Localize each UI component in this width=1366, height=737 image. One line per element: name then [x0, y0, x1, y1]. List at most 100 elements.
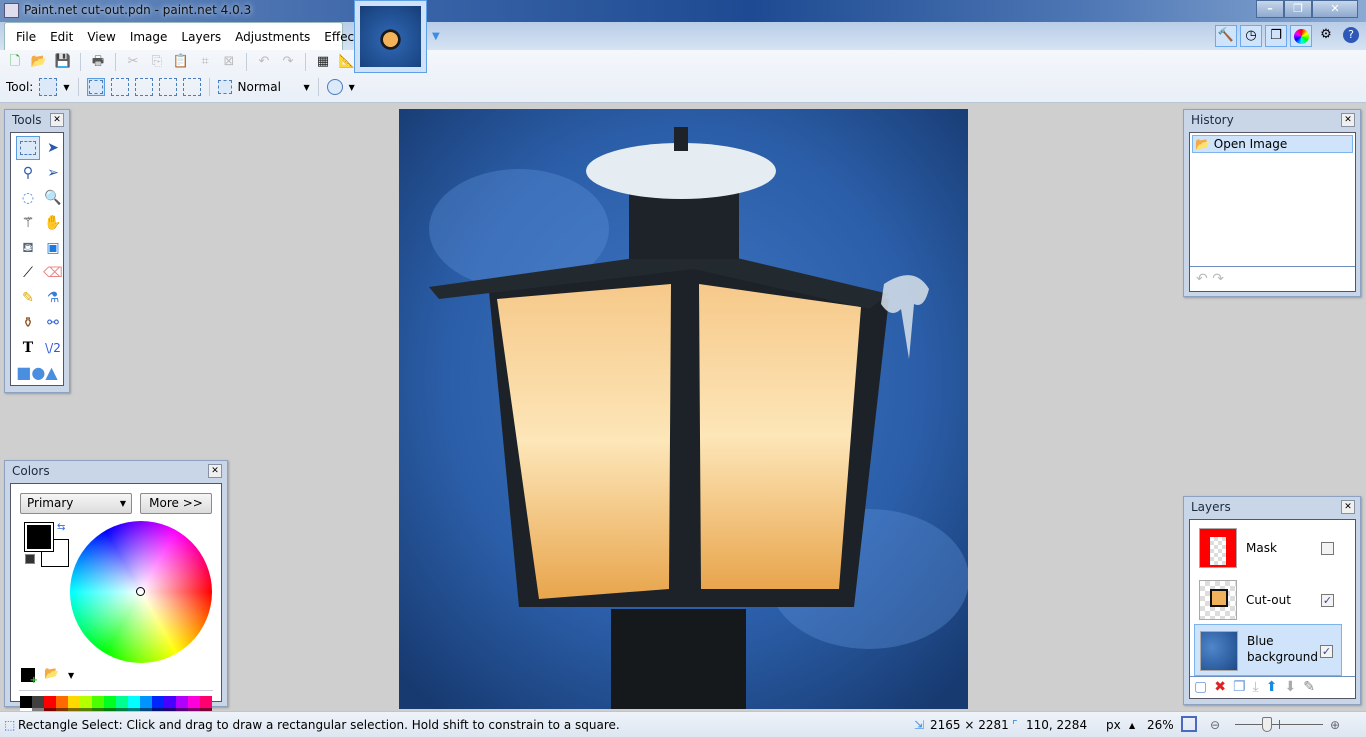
redo-icon[interactable]: ↷ — [279, 53, 297, 71]
grid-icon[interactable]: ▦ — [314, 53, 332, 71]
swap-colors-icon[interactable]: ⇆ — [57, 522, 65, 533]
palette-swatch[interactable] — [80, 696, 92, 708]
tool-dropdown-icon[interactable]: ▼ — [63, 83, 69, 92]
canvas-image[interactable] — [399, 109, 968, 709]
add-to-palette-icon[interactable]: + — [21, 668, 38, 686]
layers-icon[interactable]: ❐ — [1265, 25, 1287, 47]
undo-icon[interactable]: ↶ — [255, 53, 273, 71]
tools-icon[interactable]: 🔨 — [1215, 25, 1237, 47]
layer-item-cut-out[interactable]: Cut-out ✓ — [1194, 574, 1342, 626]
palette-swatch[interactable] — [20, 696, 32, 708]
palette-swatch[interactable] — [44, 696, 56, 708]
move-selection-icon[interactable]: ➢ — [41, 161, 65, 185]
pencil-icon[interactable]: ✎ — [16, 286, 40, 310]
layer-visibility-checkbox[interactable]: ✓ — [1321, 594, 1334, 607]
tab-list-icon[interactable]: ▼ — [432, 31, 440, 42]
palette-swatch[interactable] — [92, 696, 104, 708]
close-icon[interactable]: ✕ — [1341, 113, 1355, 127]
palette-swatch[interactable] — [188, 696, 200, 708]
zoom-slider[interactable] — [1235, 717, 1323, 732]
menu-file[interactable]: File — [9, 30, 43, 44]
rectangle-select-icon[interactable] — [16, 136, 40, 160]
close-icon[interactable]: ✕ — [50, 113, 64, 127]
gradient-icon[interactable]: ▣ — [41, 236, 65, 260]
ellipse-select-icon[interactable]: ◌ — [16, 186, 40, 210]
palette-swatch[interactable] — [32, 696, 44, 708]
palette-swatch[interactable] — [56, 696, 68, 708]
delete-layer-icon[interactable]: ✖ — [1214, 679, 1226, 695]
zoom-value[interactable]: 26% — [1147, 718, 1174, 732]
move-layer-up-icon[interactable]: ⬆ — [1266, 679, 1278, 695]
history-icon[interactable]: ◷ — [1240, 25, 1262, 47]
shapes-icon[interactable]: ■●▲ — [11, 363, 63, 382]
minimize-button[interactable]: – — [1256, 0, 1284, 18]
restore-button[interactable]: ❐ — [1284, 0, 1312, 18]
deselect-icon[interactable]: ⊠ — [220, 53, 238, 71]
selection-mode-union[interactable] — [110, 78, 129, 96]
save-icon[interactable]: 💾 — [54, 53, 72, 71]
open-icon[interactable]: 📂 — [30, 53, 48, 71]
undo-icon[interactable]: ↶ — [1196, 271, 1208, 287]
more-colors-button[interactable]: More >> — [140, 493, 212, 514]
primary-color-swatch[interactable] — [24, 522, 54, 552]
palette-swatch[interactable] — [128, 696, 140, 708]
move-layer-down-icon[interactable]: ⬇ — [1284, 679, 1296, 695]
close-button[interactable]: ✕ — [1312, 0, 1358, 18]
pan-icon[interactable]: ✋ — [41, 211, 65, 235]
layer-item-mask[interactable]: Mask — [1194, 522, 1342, 574]
menu-layers[interactable]: Layers — [174, 30, 228, 44]
menu-image[interactable]: Image — [123, 30, 175, 44]
palette-swatch[interactable] — [104, 696, 116, 708]
palette-swatch[interactable] — [140, 696, 152, 708]
colors-icon[interactable] — [1290, 25, 1312, 47]
copy-icon[interactable]: ⎘ — [148, 53, 166, 71]
current-tool-icon[interactable] — [39, 78, 58, 96]
lasso-select-icon[interactable]: ⚲ — [16, 161, 40, 185]
zoom-to-window-icon[interactable] — [1181, 716, 1197, 732]
image-tab-thumbnail[interactable] — [354, 0, 427, 73]
paintbrush-icon[interactable]: ⟋ — [16, 261, 40, 285]
add-layer-icon[interactable]: ▢ — [1194, 679, 1207, 695]
selection-mode-exclude[interactable] — [134, 78, 153, 96]
close-icon[interactable]: ✕ — [1341, 500, 1355, 514]
units-dropdown-icon[interactable]: ▲ — [1129, 721, 1135, 730]
layer-visibility-checkbox[interactable] — [1321, 542, 1334, 555]
palette-dropdown-icon[interactable]: ▼ — [68, 671, 74, 680]
menu-view[interactable]: View — [80, 30, 122, 44]
text-icon[interactable]: T — [16, 336, 40, 360]
paint-bucket-icon[interactable]: ⛾ — [16, 236, 40, 260]
palette-swatch[interactable] — [200, 696, 212, 708]
recolor-icon[interactable]: ⚯ — [41, 311, 65, 335]
palette-swatch[interactable] — [164, 696, 176, 708]
palette-menu-icon[interactable]: 📂 — [44, 666, 59, 680]
paste-icon[interactable]: 📋 — [172, 53, 190, 71]
antialias-dropdown-icon[interactable]: ▼ — [349, 83, 355, 92]
reset-colors-icon[interactable] — [25, 554, 35, 564]
menu-edit[interactable]: Edit — [43, 30, 80, 44]
blend-mode-select[interactable]: Normal — [238, 80, 298, 94]
color-picker-icon[interactable]: ⚗ — [41, 286, 65, 310]
duplicate-layer-icon[interactable]: ❐ — [1233, 679, 1246, 695]
settings-icon[interactable]: ⚙ — [1315, 25, 1337, 47]
move-selected-icon[interactable]: ➤ — [41, 136, 65, 160]
palette-swatch[interactable] — [68, 696, 80, 708]
history-item[interactable]: 📂 Open Image — [1192, 135, 1353, 153]
selection-mode-intersect[interactable] — [158, 78, 177, 96]
zoom-icon[interactable]: 🔍 — [41, 186, 65, 210]
selection-mode-replace[interactable] — [86, 78, 105, 96]
color-wheel[interactable] — [70, 521, 212, 663]
zoom-in-icon[interactable]: ⊕ — [1330, 718, 1340, 732]
palette-swatch[interactable] — [116, 696, 128, 708]
antialias-icon[interactable] — [326, 79, 343, 95]
merge-layer-down-icon[interactable]: ⤓ — [1253, 679, 1259, 695]
layer-visibility-checkbox[interactable]: ✓ — [1320, 645, 1333, 658]
close-icon[interactable]: ✕ — [208, 464, 222, 478]
blend-dropdown-icon[interactable]: ▼ — [304, 83, 310, 92]
line-curve-icon[interactable]: \/2 — [41, 336, 65, 360]
palette-swatch[interactable] — [152, 696, 164, 708]
units-select[interactable]: px — [1106, 718, 1121, 732]
color-mode-select[interactable]: Primary ▼ — [20, 493, 132, 514]
palette-swatch[interactable] — [176, 696, 188, 708]
redo-icon[interactable]: ↷ — [1212, 271, 1224, 287]
menu-adjustments[interactable]: Adjustments — [228, 30, 317, 44]
